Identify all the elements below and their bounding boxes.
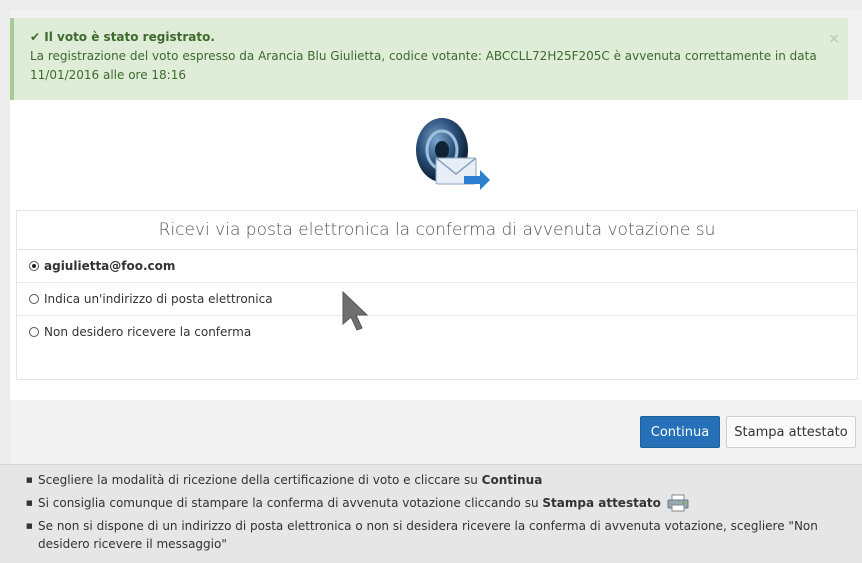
alert-message: La registrazione del voto espresso da Ar… xyxy=(30,49,817,82)
instruction-text: Se non si dispone di un indirizzo di pos… xyxy=(38,519,818,551)
print-certificate-button[interactable]: Stampa attestato xyxy=(726,416,856,448)
instruction-bold: Stampa attestato xyxy=(542,496,661,510)
alert-title: ✔ Il voto è stato registrato. xyxy=(30,28,820,47)
success-alert: ✔ Il voto è stato registrato. La registr… xyxy=(10,18,848,100)
main-panel: Ricevi via posta elettronica la conferma… xyxy=(10,100,862,400)
instructions: Scegliere la modalità di ricezione della… xyxy=(0,464,862,563)
panel-title: Ricevi via posta elettronica la conferma… xyxy=(17,211,857,250)
email-send-icon xyxy=(416,118,490,190)
option-registered-email[interactable]: agiulietta@foo.com xyxy=(17,250,857,283)
radio-icon[interactable] xyxy=(29,294,39,304)
instruction-text: Si consiglia comunque di stampare la con… xyxy=(38,496,543,510)
alert-title-text: Il voto è stato registrato. xyxy=(44,30,215,44)
instruction-item: Se non si dispone di un indirizzo di pos… xyxy=(26,517,846,553)
mouse-cursor-icon xyxy=(342,290,369,331)
action-bar: Continua Stampa attestato xyxy=(10,400,862,464)
instruction-item: Si consiglia comunque di stampare la con… xyxy=(26,494,846,512)
instruction-bold: Continua xyxy=(481,473,543,487)
option-other-email[interactable]: Indica un'indirizzo di posta elettronica xyxy=(17,283,857,316)
close-icon[interactable]: × xyxy=(828,30,840,49)
option-label: Non desidero ricevere la conferma xyxy=(44,325,252,339)
instruction-text: Scegliere la modalità di ricezione della… xyxy=(38,473,482,487)
printer-icon[interactable] xyxy=(667,494,689,512)
radio-selected-icon[interactable] xyxy=(29,261,39,271)
option-no-confirmation[interactable]: Non desidero ricevere la conferma xyxy=(17,316,857,348)
instruction-item: Scegliere la modalità di ricezione della… xyxy=(26,471,846,489)
email-confirmation-panel: Ricevi via posta elettronica la conferma… xyxy=(16,210,858,380)
continue-button[interactable]: Continua xyxy=(640,416,720,448)
option-label: Indica un'indirizzo di posta elettronica xyxy=(44,292,273,306)
option-label: agiulietta@foo.com xyxy=(44,259,176,273)
check-icon: ✔ xyxy=(30,30,41,44)
radio-icon[interactable] xyxy=(29,327,39,337)
